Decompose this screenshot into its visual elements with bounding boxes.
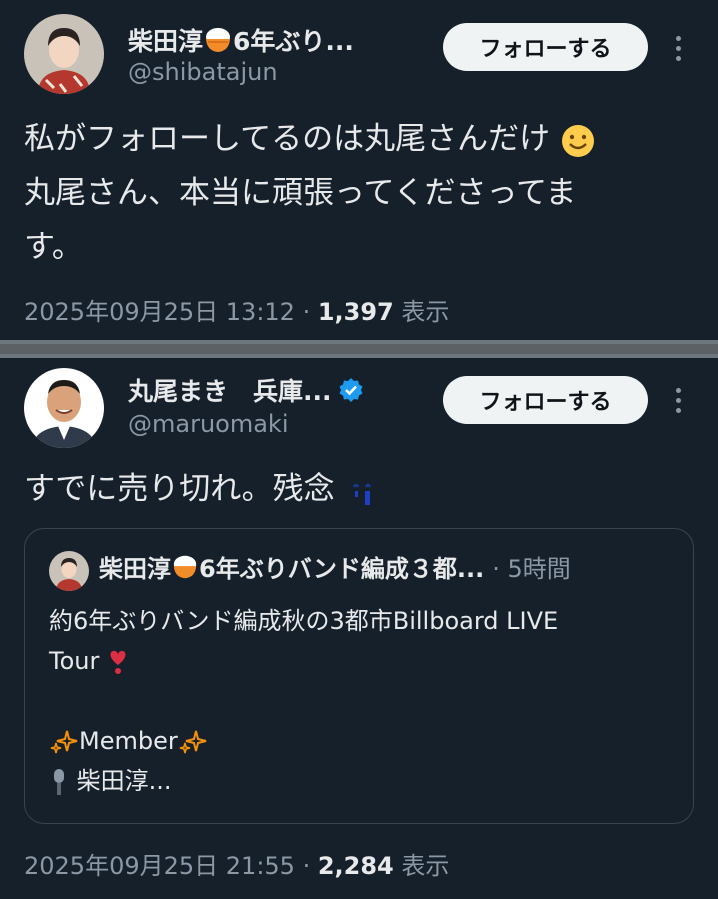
quoted-line2: Tour (49, 647, 100, 675)
more-icon[interactable] (668, 28, 688, 68)
quoted-text: 約6年ぶりバンド編成秋の3都市Billboard LIVE Tour Membe… (49, 601, 679, 801)
timestamp[interactable]: 2025年09月25日 13:12 · (24, 298, 318, 326)
microphone-emoji (54, 769, 64, 795)
display-name[interactable]: 柴田淳 6年ぶり... (128, 22, 354, 58)
quoted-line4: 柴田淳... (76, 767, 172, 795)
post-text-line2: 丸尾さん、本当に頑張ってくださってま (24, 175, 577, 211)
quoted-line3: Member (79, 727, 178, 755)
post-text-line3: す。 (24, 229, 83, 265)
heart-exclamation-emoji (110, 650, 126, 674)
post-text-line1: 私がフォローしてるのは丸尾さんだけ (24, 121, 551, 157)
quoted-line1: 約6年ぶりバンド編成秋の3都市Billboard LIVE (49, 607, 559, 635)
display-name-text: 丸尾まき 兵庫... (128, 377, 332, 406)
post-text-line: すでに売り切れ。残念 (24, 471, 335, 507)
more-icon[interactable] (668, 380, 688, 420)
follow-button[interactable]: フォローする (443, 23, 648, 71)
rice-bowl-emoji (206, 28, 231, 52)
quoted-header: 柴田淳 6年ぶりバンド編成３都... · 5時間 (99, 549, 571, 584)
avatar[interactable] (24, 14, 104, 94)
display-name[interactable]: 丸尾まき 兵庫... (128, 372, 364, 408)
timestamp[interactable]: 2025年09月25日 21:55 · (24, 852, 318, 880)
post-shibatajun[interactable]: 柴田淳 6年ぶり... @shibatajun フォローする 私がフォローしてる… (0, 0, 718, 340)
post-text: すでに売り切れ。残念 (24, 462, 688, 516)
quoted-name-suffix: 6年ぶりバンド編成３都... (199, 555, 485, 583)
tears-emoji (353, 483, 372, 505)
post-maruomaki[interactable]: 丸尾まき 兵庫... @maruomaki フォローする すでに売り切れ。残念 (0, 358, 718, 899)
separator (0, 340, 718, 358)
post-meta: 2025年09月25日 13:12 · 1,397 表示 (24, 292, 449, 327)
post-meta: 2025年09月25日 21:55 · 2,284 表示 (24, 846, 449, 881)
quoted-display-name[interactable]: 柴田淳 (99, 549, 171, 584)
quoted-time: · 5時間 (492, 555, 571, 583)
verified-badge-icon (339, 378, 362, 402)
handle[interactable]: @shibatajun (128, 58, 278, 86)
smiley-emoji (561, 124, 594, 157)
view-label: 表示 (393, 852, 450, 880)
rice-bowl-emoji (173, 555, 197, 578)
display-name-suffix: 6年ぶり... (233, 27, 354, 56)
handle[interactable]: @maruomaki (128, 410, 289, 438)
sparkles-emoji (179, 730, 206, 754)
quoted-avatar[interactable] (49, 551, 89, 591)
quoted-post[interactable]: 柴田淳 6年ぶりバンド編成３都... · 5時間 約6年ぶりバンド編成秋の3都市… (24, 528, 694, 824)
display-name-text: 柴田淳 (128, 27, 204, 56)
view-label: 表示 (393, 298, 450, 326)
follow-button[interactable]: フォローする (443, 376, 648, 424)
view-count: 1,397 (317, 298, 394, 326)
view-count: 2,284 (317, 852, 394, 880)
sparkles-emoji (50, 730, 78, 754)
avatar[interactable] (24, 368, 104, 448)
post-text: 私がフォローしてるのは丸尾さんだけ 丸尾さん、本当に頑張ってくださってま す。 (24, 112, 688, 274)
